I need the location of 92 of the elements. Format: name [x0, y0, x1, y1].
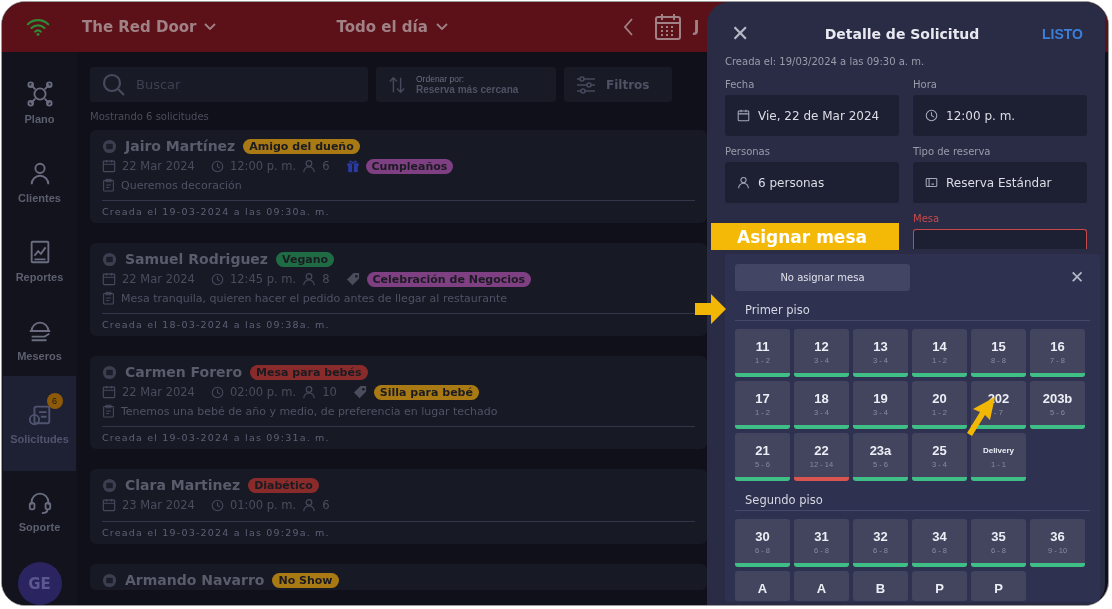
nav-icon — [26, 81, 53, 108]
label-icon — [345, 271, 361, 287]
clipboard-icon — [102, 178, 115, 192]
gift-icon — [345, 159, 360, 173]
tag: Diabético — [248, 477, 319, 493]
request-note: Mesa tranquila, quieren hacer el pedido antes de llegar al restaurante — [121, 291, 508, 305]
shift-dropdown[interactable]: Todo el día — [336, 18, 448, 36]
field-label: Personas — [725, 146, 771, 157]
status-icon — [102, 251, 117, 267]
calendar-icon — [102, 498, 116, 512]
close-button[interactable]: ✕ — [731, 21, 781, 47]
customer-name: Samuel Rodriguez — [125, 251, 268, 267]
person-icon — [302, 159, 317, 173]
request-card[interactable]: Armando Navarro No Show — [90, 564, 707, 590]
tag: Amigo del dueño — [243, 138, 360, 154]
chevron-down-icon — [435, 23, 448, 31]
occasion-tag: Celebración de Negocios — [366, 271, 532, 287]
tag: Mesa para bebés — [250, 364, 368, 380]
occasion-tag: Cumpleaños — [365, 158, 454, 174]
label-icon — [352, 384, 368, 400]
clock-icon — [210, 498, 224, 512]
floor-heading: Primer piso — [735, 291, 1090, 321]
field-icon — [925, 176, 938, 189]
input-field[interactable]: Reserva Estándar — [913, 162, 1087, 203]
sidebar-label: Reportes — [15, 271, 64, 284]
calendar-icon — [102, 159, 116, 173]
chevron-down-icon — [204, 23, 217, 31]
person-icon — [302, 498, 317, 512]
clipboard-icon — [102, 404, 115, 418]
field-label: Hora — [913, 79, 938, 90]
drawer-title: Detalle de Solicitud — [823, 26, 981, 42]
no-table-button[interactable]: No asignar mesa — [735, 264, 910, 291]
calendar-icon — [102, 385, 116, 399]
request-note: Tenemos una bebé de año y medio, de preferencia en lugar techado — [121, 404, 498, 418]
status-icon — [102, 138, 117, 154]
field-icon — [925, 109, 938, 122]
clock-icon — [210, 272, 224, 286]
calendar-icon[interactable] — [653, 13, 682, 41]
clipboard-icon — [102, 291, 115, 305]
sidebar-label: Soporte — [18, 520, 61, 533]
status-icon — [102, 572, 117, 588]
wifi-icon — [26, 17, 50, 37]
field-label: Fecha — [725, 79, 756, 90]
customer-name: Armando Navarro — [125, 572, 265, 588]
customer-name: Clara Martinez — [125, 477, 241, 493]
count-badge: 6 — [46, 393, 63, 410]
result-count: Mostrando 6 solicitudes — [90, 111, 209, 122]
created-date: Creada el 19-03-2024 a las 09:30a. m. — [102, 200, 695, 223]
sidebar-label: Meseros — [17, 350, 62, 363]
table-field[interactable] — [913, 229, 1087, 249]
request-note: Queremos decoración — [121, 178, 242, 192]
sort-icon — [388, 75, 406, 94]
customer-name: Carmen Forero — [125, 364, 243, 380]
table-tile[interactable]: B — [853, 571, 908, 601]
table-tile[interactable]: A — [794, 571, 849, 601]
input-field[interactable]: 12:00 p. m. — [913, 95, 1087, 136]
field-label: Tipo de reserva — [913, 146, 992, 157]
tag: No Show — [272, 572, 339, 588]
clock-icon — [210, 385, 224, 399]
input-field[interactable]: Vie, 22 de Mar 2024 — [725, 95, 899, 136]
clock-icon — [210, 159, 224, 173]
sort-button[interactable]: Ordenar por: Reserva más cercana — [376, 67, 556, 102]
status-icon — [102, 477, 117, 493]
sidebar-label: Plano — [24, 113, 55, 126]
field-icon — [737, 176, 750, 189]
input-field[interactable]: 6 personas — [725, 162, 899, 203]
customer-name: Jairo Martínez — [125, 138, 236, 154]
sidebar-label: Clientes — [18, 192, 61, 205]
created-date: Creada el 19-03-2024 a las 09:31a. m. — [102, 426, 695, 449]
created-date: Creada el 18-03-2024 a las 09:38a. m. — [102, 313, 695, 336]
person-icon — [302, 385, 317, 399]
floor-heading: Segundo piso — [735, 481, 1090, 511]
calendar-icon — [102, 272, 116, 286]
table-tile[interactable]: P — [912, 571, 967, 601]
person-icon — [302, 272, 317, 286]
field-icon — [737, 109, 750, 122]
venue-dropdown[interactable]: The Red Door — [82, 18, 217, 36]
back-icon[interactable] — [623, 18, 634, 36]
table-tile[interactable]: A — [735, 571, 790, 601]
pointer-arrow-icon — [693, 292, 727, 326]
field-label: Mesa — [913, 213, 941, 224]
status-icon — [102, 364, 117, 380]
callout-label: Asignar mesa — [711, 223, 899, 250]
close-button[interactable]: ✕ — [1070, 267, 1084, 288]
created-date: Creada el 19-03-2024 a las 09:29a. m. — [102, 521, 695, 544]
created-date: Creada el: 19/03/2024 a las 09:30 a. m. — [725, 56, 926, 67]
occasion-tag: Silla para bebé — [373, 384, 479, 400]
tag: Vegano — [276, 251, 335, 267]
date-label: J — [693, 18, 700, 36]
filter-icon — [576, 74, 596, 95]
sidebar-label: Solicitudes — [10, 433, 69, 446]
table-tile[interactable]: P — [971, 571, 1026, 601]
